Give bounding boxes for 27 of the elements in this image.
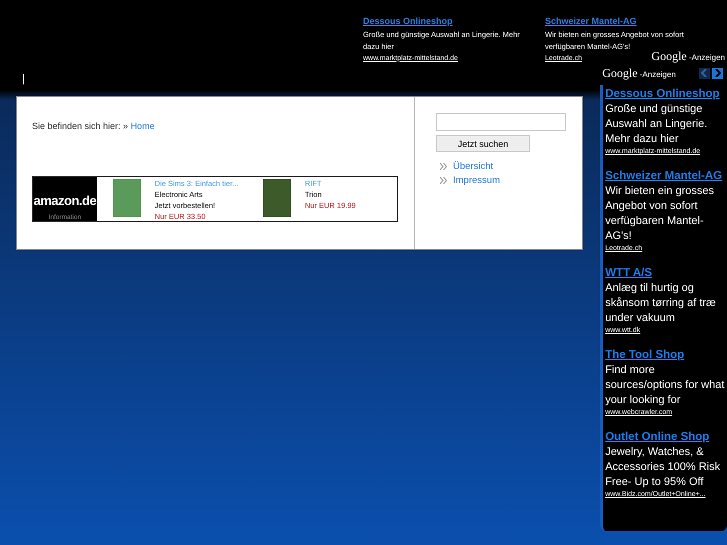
- ad-title-link[interactable]: Dessous Onlineshop: [605, 88, 720, 100]
- ad-title-link[interactable]: The Tool Shop: [605, 349, 684, 361]
- google-ads-label: Google -Anzeigen: [651, 49, 725, 64]
- google-ads-label: Google -Anzeigen: [602, 66, 677, 80]
- header-mark: |: [22, 73, 26, 87]
- ad-title-link[interactable]: Outlet Online Shop: [605, 431, 710, 443]
- ad-title-link[interactable]: WTT A/S: [605, 267, 652, 279]
- search-button[interactable]: Jetzt suchen: [436, 135, 530, 152]
- next-arrow-button[interactable]: [712, 68, 724, 78]
- ad-title-link[interactable]: Dessous Onlineshop: [363, 16, 453, 26]
- previous-arrow-button[interactable]: [699, 68, 710, 78]
- search-field[interactable]: [436, 113, 566, 131]
- ad-text: Jewelry, Watches, & Accessories 100% Risk Free- Up to 95% Off: [605, 445, 722, 490]
- home-link[interactable]: Home: [130, 121, 155, 131]
- ad-title-link[interactable]: Schweizer Mantel-AG: [605, 170, 722, 182]
- ad-text: Wir bieten ein grosses Angebot von sofort verfügbaren Mantel-AG's!: [605, 184, 716, 244]
- product-cover-placeholder[interactable]: [262, 179, 291, 217]
- nav-link[interactable]: Impressum: [453, 174, 500, 187]
- product-cover-placeholder[interactable]: [112, 179, 141, 217]
- double-chevron-icon: [440, 163, 447, 170]
- ad-text: Find more sources/options for what your looking for: [605, 363, 725, 408]
- double-chevron-icon: [440, 176, 447, 184]
- breadcrumb: Sie befinden sich hier: » Home: [32, 121, 156, 131]
- ad-text: Große und günstige Auswahl an Lingerie. Mehr dazu hier: [605, 102, 708, 147]
- ad-title-link[interactable]: Schweizer Mantel-AG: [545, 16, 637, 26]
- ad-text: Anlæg til hurtig og skånsom tørring af træ under vakuum: [605, 281, 717, 326]
- nav-link[interactable]: Übersicht: [453, 160, 494, 174]
